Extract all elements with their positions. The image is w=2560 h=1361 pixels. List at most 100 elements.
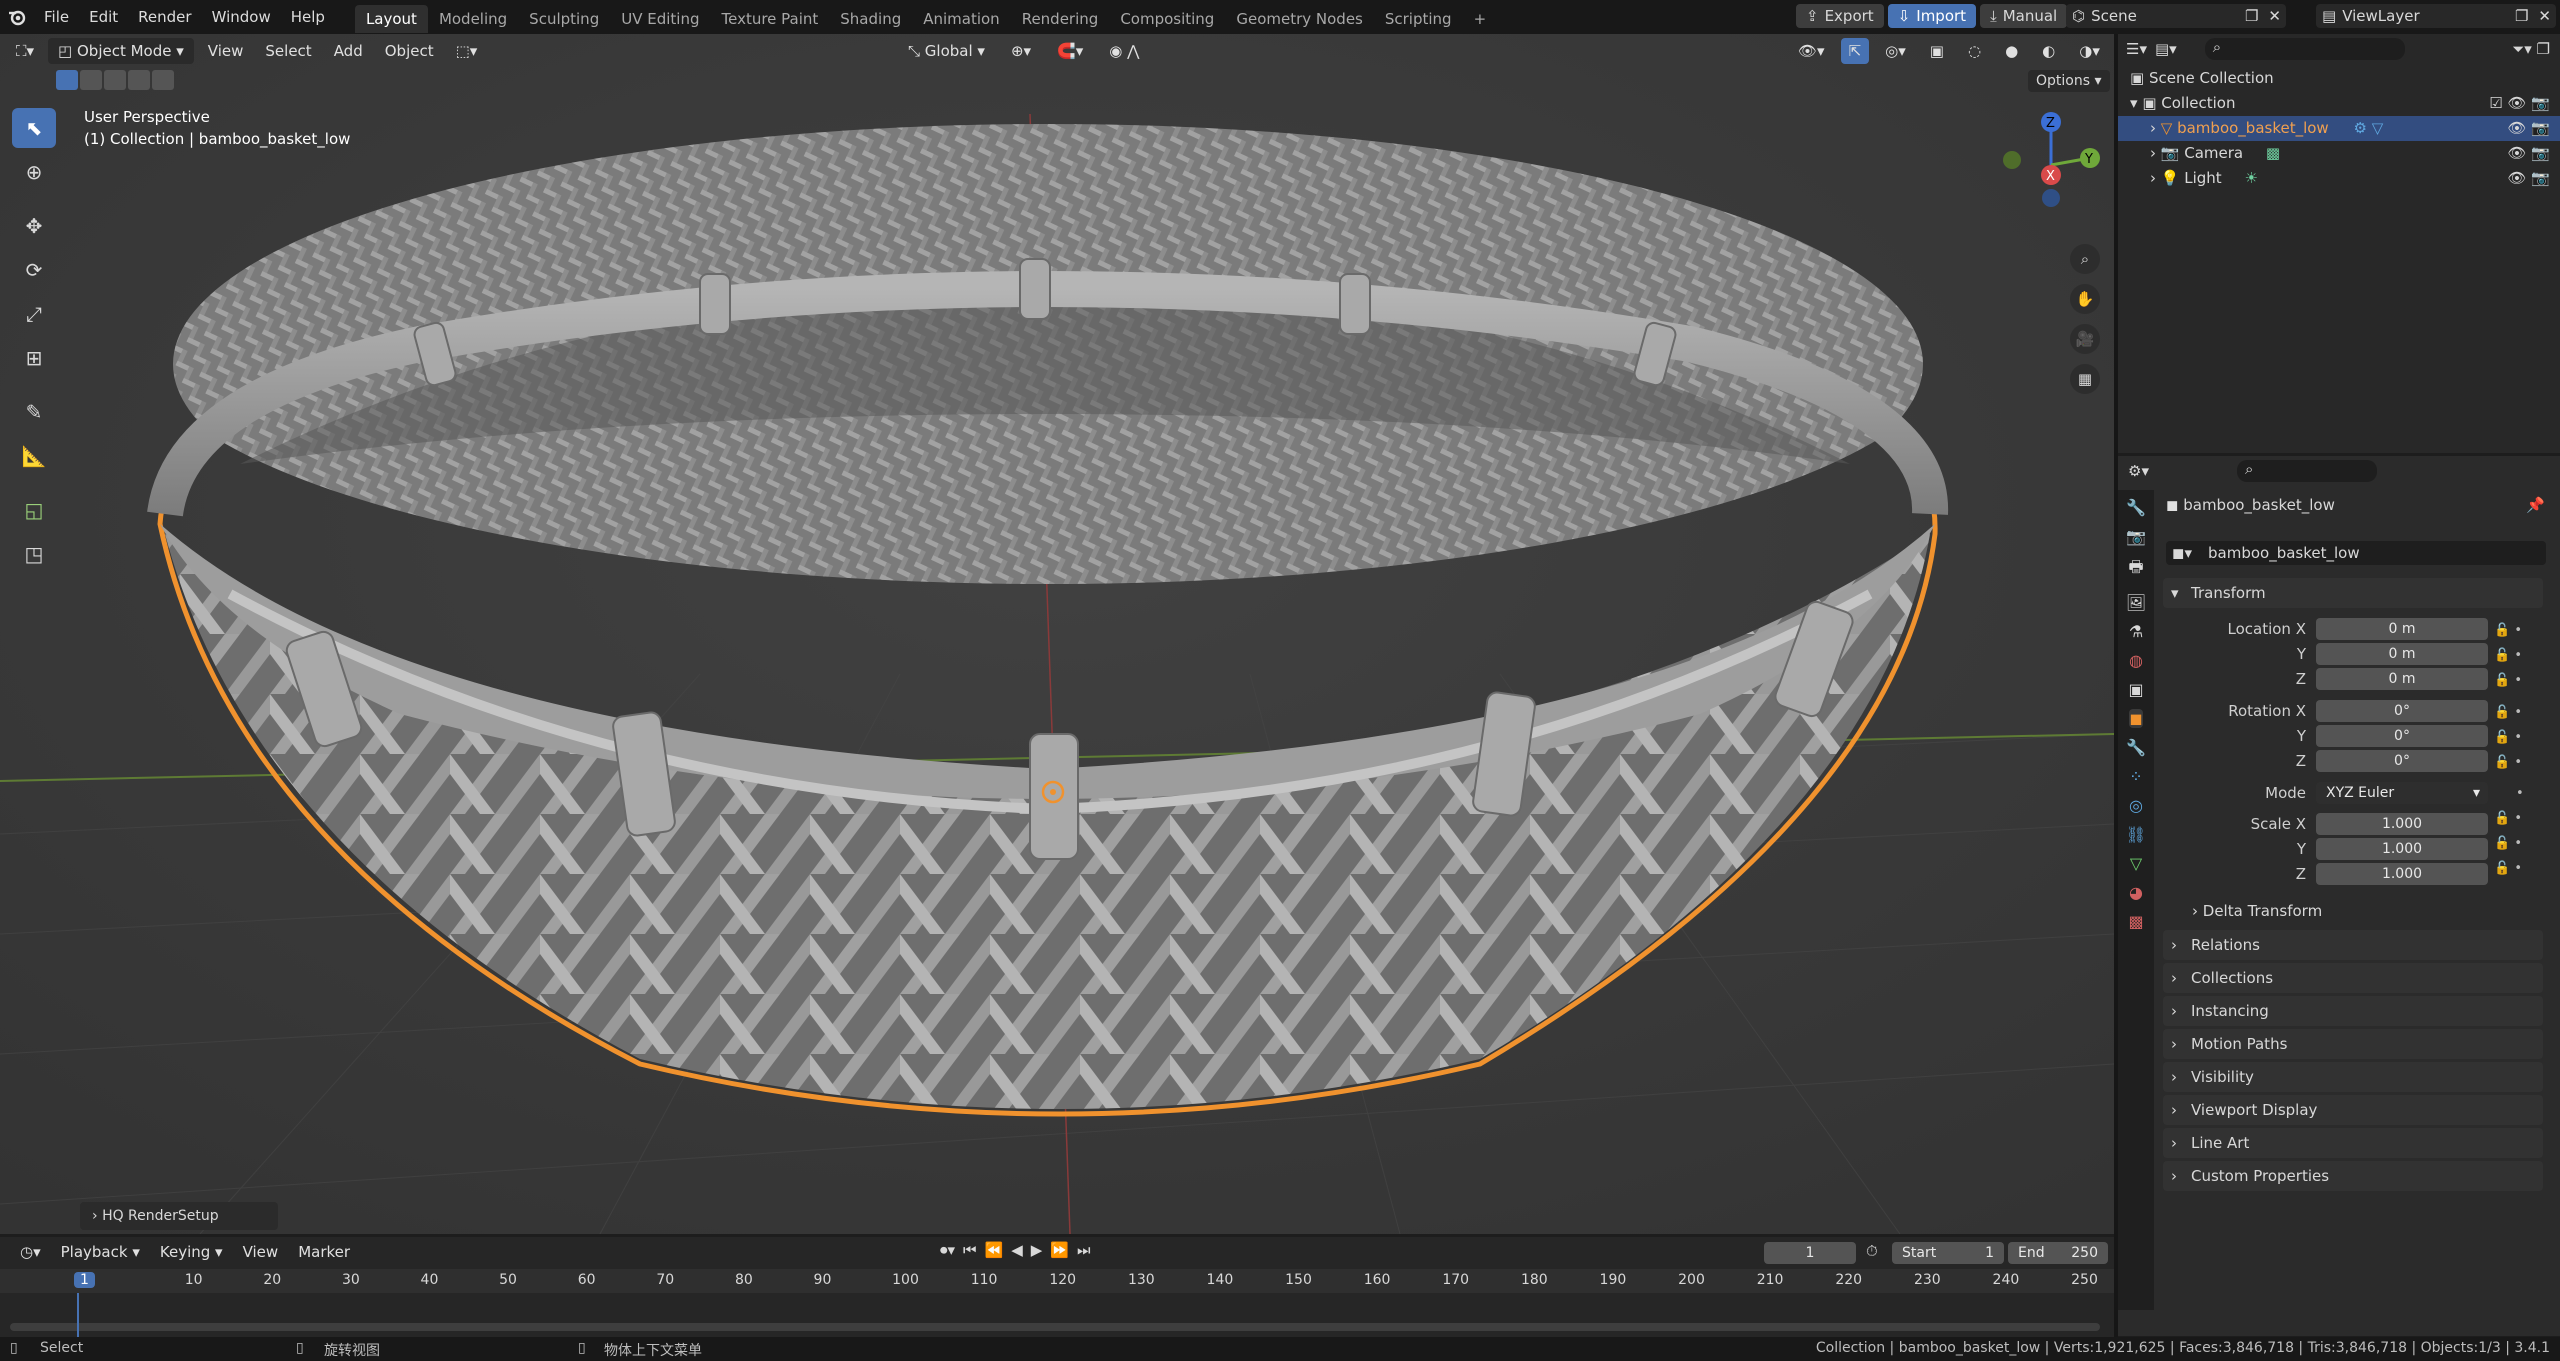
collections-panel-header[interactable]: › Collections <box>2163 963 2543 993</box>
location-x-field[interactable]: 0 m <box>2316 618 2488 640</box>
outliner-item-bamboo-basket[interactable]: › ▽ bamboo_basket_low ⚙ ▽ 👁 📷 <box>2118 116 2560 141</box>
menu-edit[interactable]: Edit <box>79 0 128 34</box>
delete-scene-icon[interactable]: ✕ <box>2263 7 2286 25</box>
tool-tab-icon[interactable]: 🔧 <box>2126 498 2146 517</box>
add-workspace-button[interactable]: + <box>1463 5 1498 33</box>
chevron-right-icon[interactable]: › <box>2150 119 2161 137</box>
outliner-item-light[interactable]: › 💡 Light ☀ 👁 📷 <box>2118 166 2560 191</box>
options-dropdown[interactable]: Options ▾ <box>2028 70 2110 92</box>
blender-logo-icon[interactable] <box>0 0 34 34</box>
tab-texture-paint[interactable]: Texture Paint <box>710 5 829 33</box>
scale-tool[interactable]: ⤢ <box>12 294 56 334</box>
tab-compositing[interactable]: Compositing <box>1109 5 1225 33</box>
move-tool[interactable]: ✥ <box>12 206 56 246</box>
pivot-icon[interactable]: ⊕▾ <box>1003 38 1039 64</box>
viewlayer-selector[interactable]: ▤ ViewLayer ❐ ✕ <box>2316 4 2556 28</box>
lock-icon[interactable]: 🔓 • <box>2494 806 2524 831</box>
tab-animation[interactable]: Animation <box>912 5 1010 33</box>
tab-layout[interactable]: Layout <box>354 4 428 33</box>
tab-uv-editing[interactable]: UV Editing <box>610 5 710 33</box>
tab-scripting[interactable]: Scripting <box>1374 5 1463 33</box>
frame-ruler[interactable]: 1 10 20 30 40 50 60 70 80 90 100 110 120 130 140 150 160… <box>0 1269 2114 1293</box>
timeline-menu-keying[interactable]: Keying ▾ <box>152 1239 231 1265</box>
timeline-menu-view[interactable]: View <box>235 1239 287 1265</box>
cursor-tool[interactable]: ⊕ <box>12 152 56 192</box>
navigation-gizmo[interactable]: Z Y X <box>1996 110 2106 220</box>
display-mode-icon[interactable]: ▤▾ <box>2155 40 2177 58</box>
transform-panel-header[interactable]: ▾ Transform <box>2163 578 2543 608</box>
tab-modeling[interactable]: Modeling <box>428 5 518 33</box>
viewport-display-panel-header[interactable]: › Viewport Display <box>2163 1095 2543 1125</box>
chevron-down-icon[interactable]: ▾ <box>2130 94 2142 112</box>
viewport-menu-select[interactable]: Select <box>257 38 319 64</box>
record-icon[interactable]: ⏺▾ <box>940 1241 955 1259</box>
lock-icon[interactable]: 🔓 • <box>2494 750 2524 775</box>
tab-geometry-nodes[interactable]: Geometry Nodes <box>1225 5 1374 33</box>
texture-tab-icon[interactable]: ▩ <box>2128 912 2143 931</box>
item-visibility-icons[interactable]: 👁 📷 <box>2508 116 2551 141</box>
viewport-menu-add[interactable]: Add <box>326 38 371 64</box>
properties-search-input[interactable]: ⌕ <box>2236 460 2377 482</box>
line-art-panel-header[interactable]: › Line Art <box>2163 1128 2543 1158</box>
chevron-right-icon[interactable]: › <box>2150 144 2161 162</box>
3d-viewport[interactable]: ⛶▾ ◰ Object Mode ▾ View Select Add Objec… <box>0 34 2114 1234</box>
tab-rendering[interactable]: Rendering <box>1011 5 1110 33</box>
scale-z-field[interactable]: 1.000 <box>2316 863 2488 885</box>
rotation-x-field[interactable]: 0° <box>2316 700 2488 722</box>
play-reverse-icon[interactable]: ◀ <box>1011 1241 1023 1259</box>
select-new-icon[interactable] <box>56 70 78 90</box>
play-icon[interactable]: ▶ <box>1031 1241 1043 1259</box>
transform-tool[interactable]: ⊞ <box>12 338 56 378</box>
output-tab-icon[interactable]: 🖶 <box>2128 556 2143 583</box>
import-button[interactable]: ⇩ Import <box>1887 4 1977 28</box>
start-frame-field[interactable]: Start 1 <box>1892 1242 2004 1264</box>
material-shading-icon[interactable]: ◐ <box>2034 38 2063 64</box>
rotation-z-field[interactable]: 0° <box>2316 750 2488 772</box>
current-frame-field[interactable]: 1 <box>1764 1242 1856 1264</box>
add-cube-tool[interactable]: ◱ <box>12 490 56 530</box>
extra-tool[interactable]: ◳ <box>12 534 56 574</box>
rotate-tool[interactable]: ⟳ <box>12 250 56 290</box>
viewport-scene[interactable] <box>0 34 2114 1234</box>
object-browse-icon[interactable]: ◼▾ <box>2166 541 2202 565</box>
visibility-icon[interactable]: 👁▾ <box>1790 38 1833 64</box>
select-subtract-icon[interactable] <box>104 70 126 90</box>
lock-icon[interactable]: 🔓 • <box>2494 831 2524 856</box>
collection-visibility-icons[interactable]: ☑ 👁 📷 <box>2489 91 2550 116</box>
lock-icon[interactable]: 🔓 • <box>2494 668 2524 693</box>
rotation-mode-dropdown[interactable]: XYZ Euler ▾ <box>2316 782 2488 804</box>
new-viewlayer-icon[interactable]: ❐ <box>2510 7 2533 25</box>
annotate-tool[interactable]: ✎ <box>12 392 56 432</box>
xray-icon[interactable]: ▣ <box>1922 38 1952 64</box>
stopwatch-icon[interactable]: ⏱ <box>1866 1242 1878 1260</box>
tab-sculpting[interactable]: Sculpting <box>518 5 610 33</box>
jump-end-icon[interactable]: ⏭ <box>1077 1241 1091 1259</box>
pan-hand-icon[interactable]: ✋ <box>2070 284 2100 314</box>
select-difference-icon[interactable] <box>128 70 150 90</box>
prev-keyframe-icon[interactable]: ⏪ <box>985 1241 1004 1259</box>
end-frame-field[interactable]: End 250 <box>2008 1242 2108 1264</box>
filter-icon[interactable]: ⏷▾ ❐ <box>2512 40 2550 58</box>
timeline-menu-marker[interactable]: Marker <box>290 1239 358 1265</box>
tab-shading[interactable]: Shading <box>829 5 912 33</box>
item-visibility-icons[interactable]: 👁 📷 <box>2508 166 2551 191</box>
item-visibility-icons[interactable]: 👁 📷 <box>2508 141 2551 166</box>
view-layer-tab-icon[interactable]: 🖼 <box>2126 593 2146 612</box>
solid-shading-icon[interactable]: ● <box>1997 38 2026 64</box>
timeline-editor-icon[interactable]: ◷▾ <box>12 1239 49 1265</box>
menu-window[interactable]: Window <box>202 0 281 34</box>
pin-icon[interactable]: 📌 <box>2526 496 2545 514</box>
snap-icon[interactable]: 🧲▾ <box>1049 38 1091 64</box>
scene-selector[interactable]: ⌬ Scene ❐ ✕ <box>2066 4 2286 28</box>
measure-tool[interactable]: 📐 <box>12 436 56 476</box>
rotation-y-field[interactable]: 0° <box>2316 725 2488 747</box>
select-box-tool[interactable]: ⬉ <box>12 108 56 148</box>
menu-help[interactable]: Help <box>281 0 335 34</box>
rendered-shading-icon[interactable]: ◑▾ <box>2071 38 2108 64</box>
select-extend-icon[interactable] <box>80 70 102 90</box>
custom-properties-panel-header[interactable]: › Custom Properties <box>2163 1161 2543 1191</box>
material-tab-icon[interactable]: ◕ <box>2129 883 2143 902</box>
delta-transform-subpanel[interactable]: › Delta Transform <box>2192 902 2322 920</box>
render-tab-icon[interactable]: 📷 <box>2126 527 2146 546</box>
editor-type-icon[interactable]: ⛶▾ <box>8 38 42 64</box>
